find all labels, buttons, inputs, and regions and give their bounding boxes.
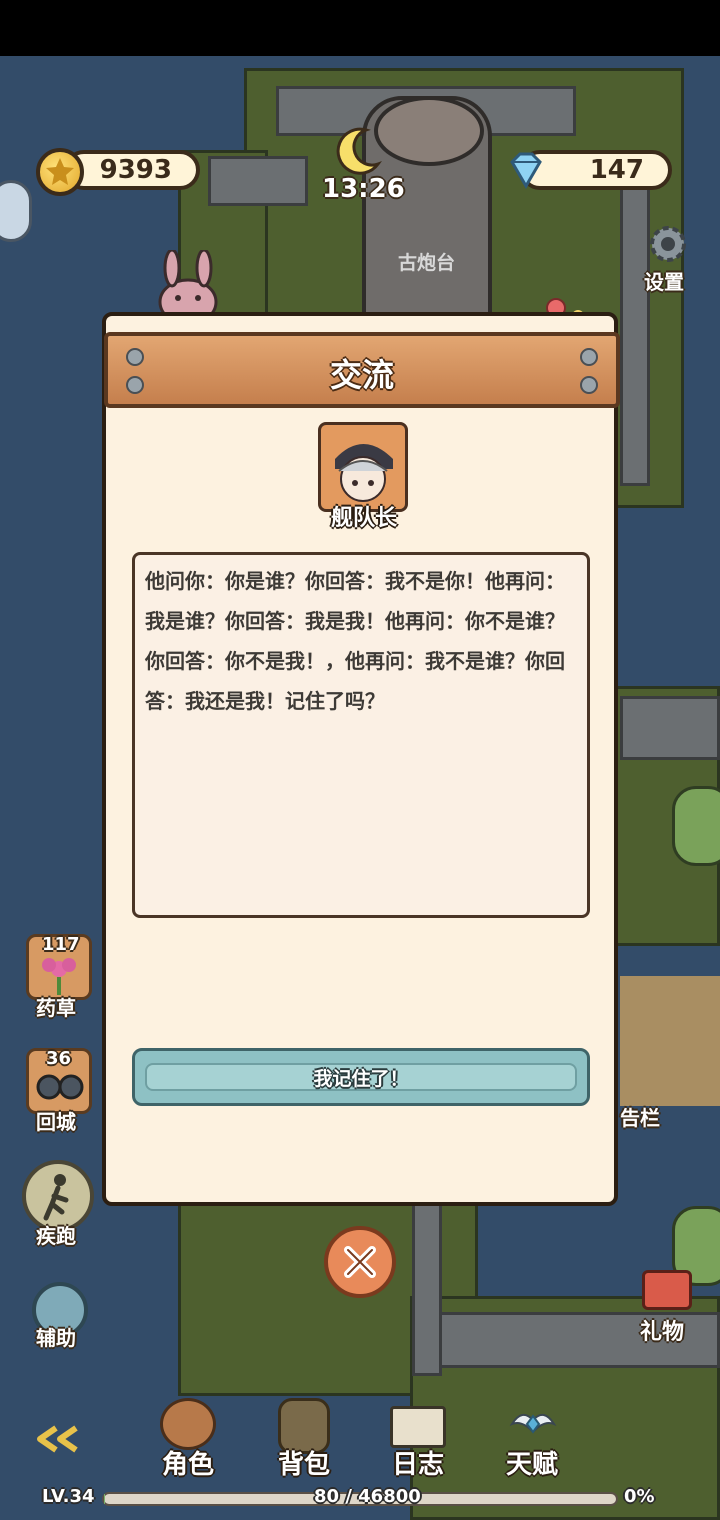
coin-counter: 9393: [64, 150, 200, 190]
nav-role-label: 角色: [162, 1450, 215, 1480]
nav-talent-label: 天赋: [506, 1450, 559, 1480]
nav-bag-label: 背包: [278, 1450, 331, 1480]
assist-button[interactable]: 辅助: [26, 1282, 96, 1362]
back-bubble[interactable]: [0, 180, 32, 242]
gift-icon: [642, 1270, 692, 1310]
close-dialog-button[interactable]: [324, 1226, 396, 1298]
coin-icon: [36, 148, 84, 196]
message-box: 他问你：你是谁？你回答：我不是你！他再问：我是谁？你回答：我是我！他再问：你不是…: [132, 552, 590, 918]
gift-label: 礼物: [640, 1320, 685, 1345]
nav-journal[interactable]: 日志: [384, 1392, 454, 1484]
xp-progress-fill: [104, 1494, 105, 1504]
return-city-count: 36: [46, 1048, 72, 1069]
map-wall: [620, 696, 720, 760]
conversation-dialog: 交流 舰队长 他问你：你是谁？你回答：我不是你！他再问：我是谁？你回答：我是我！…: [102, 312, 620, 1206]
xp-text: 80 / 46800: [314, 1486, 421, 1507]
herb-label: 药草: [36, 996, 76, 1020]
diamond-icon: [504, 148, 548, 192]
answer-button-label: 我记住了！: [145, 1063, 577, 1091]
coin-value: 9393: [99, 155, 172, 185]
return-city-label: 回城: [36, 1110, 76, 1134]
assist-label: 辅助: [36, 1326, 76, 1350]
sprint-label: 疾跑: [36, 1224, 76, 1248]
settings-label: 设置: [644, 270, 684, 294]
npc-name: 舰队长: [330, 506, 397, 531]
cannon-muzzle: [374, 96, 484, 166]
gear-icon: [644, 220, 692, 268]
xp-percent: 0%: [624, 1486, 655, 1507]
tree-sprite: [672, 786, 720, 866]
herb-button[interactable]: 117 药草: [24, 934, 94, 1024]
message-text: 他问你：你是谁？你回答：我不是你！他再问：我是谁？你回答：我是我！他再问：你不是…: [145, 569, 565, 713]
return-city-button[interactable]: 36 回城: [24, 1048, 94, 1138]
diamond-value: 147: [589, 155, 644, 185]
rabbit-sprite: [150, 248, 226, 326]
status-bar: [0, 0, 720, 56]
nav-role[interactable]: 角色: [154, 1392, 224, 1484]
map-wall: [208, 156, 308, 206]
close-icon: [344, 1246, 376, 1278]
notice-board-label: 告栏: [620, 1106, 660, 1130]
cannon-label: 古炮台: [398, 252, 456, 274]
level-label: LV.34: [42, 1486, 95, 1507]
map-wall: [412, 1196, 442, 1376]
map-path: [620, 976, 720, 1106]
talent-icon: [508, 1402, 558, 1446]
dialog-title: 交流: [329, 356, 394, 394]
back-arrows-icon: [37, 1425, 78, 1453]
nav-talent[interactable]: 天赋: [498, 1392, 568, 1484]
journal-icon: [390, 1406, 446, 1448]
collapse-menu-button[interactable]: [30, 1424, 86, 1454]
herb-count: 117: [42, 934, 80, 955]
answer-button[interactable]: 我记住了！: [132, 1048, 590, 1106]
dialog-header: 交流: [104, 332, 620, 408]
settings-button[interactable]: 设置: [636, 220, 700, 296]
sprint-button[interactable]: 疾跑: [20, 1160, 98, 1250]
game-clock: 13:26: [322, 174, 405, 204]
role-icon: [160, 1398, 216, 1450]
nav-journal-label: 日志: [392, 1450, 445, 1480]
gift-button[interactable]: 礼物: [634, 1262, 704, 1348]
moon-icon: [336, 126, 383, 180]
nav-bag[interactable]: 背包: [270, 1392, 340, 1484]
npc-avatar: [318, 422, 408, 512]
